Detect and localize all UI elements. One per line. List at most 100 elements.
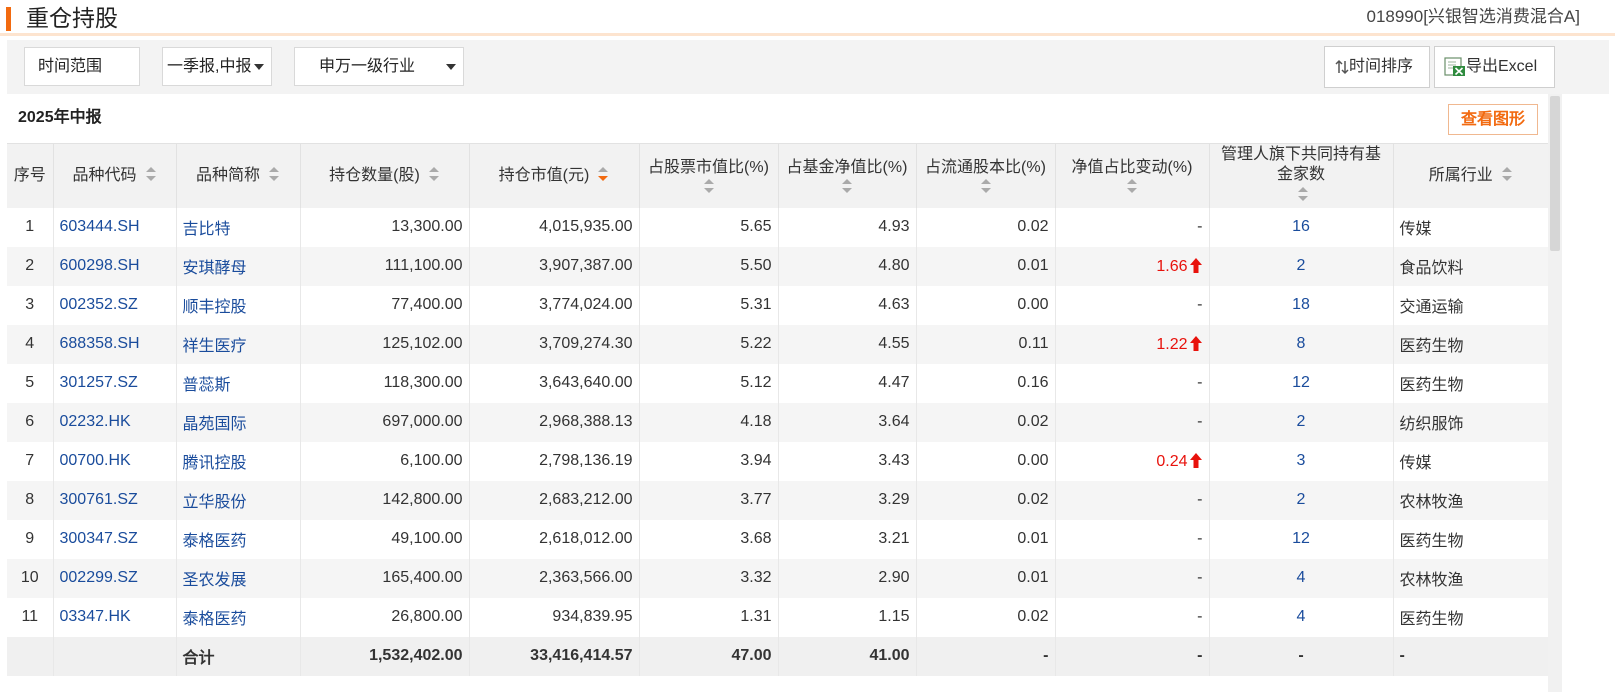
industry-cell: 食品饮料: [1392, 246, 1548, 286]
sort-icon[interactable]: [841, 178, 853, 194]
sort-icon[interactable]: [145, 165, 157, 183]
industry-cell: 传媒: [1392, 207, 1548, 247]
fund-count-link[interactable]: 12: [1208, 363, 1393, 403]
change-value: 0.24: [1156, 452, 1188, 470]
fund-count-link[interactable]: 4: [1208, 558, 1393, 598]
stock-code-link[interactable]: 603444.SH: [52, 207, 176, 247]
col-header-name[interactable]: 品种简称: [175, 143, 300, 208]
table-header-row: 序号 品种代码 品种简称 持仓数量(股) 持仓市值(元) 占股票市值比(%) 占…: [7, 143, 1548, 208]
fund-count-link[interactable]: 4: [1208, 597, 1393, 637]
stock-code-link[interactable]: 600298.SH: [52, 246, 176, 286]
row-index: 10: [7, 558, 53, 598]
sort-icon[interactable]: [980, 178, 992, 194]
stock-code-link[interactable]: 03347.HK: [52, 597, 176, 637]
stock-name-link[interactable]: 立华股份: [175, 480, 300, 520]
col-header-label: 净值占比变动(%): [1071, 158, 1193, 176]
stock-code-link[interactable]: 688358.SH: [52, 324, 176, 364]
total-change: -: [1054, 636, 1209, 676]
total-index-cell: [7, 636, 53, 676]
col-header-change[interactable]: 净值占比变动(%): [1054, 143, 1209, 208]
fund-count-link[interactable]: 18: [1208, 285, 1393, 325]
sort-icon[interactable]: [1501, 165, 1513, 183]
sort-icon[interactable]: [703, 178, 715, 194]
stock-name-link[interactable]: 圣农发展: [175, 558, 300, 598]
stock-name-link[interactable]: 腾讯控股: [175, 441, 300, 481]
holdings-page: 重仓持股 018990[兴银智选消费混合A] 时间范围 一季报,中报 申万一级行…: [0, 0, 1615, 692]
stock-code-link[interactable]: 002299.SZ: [52, 558, 176, 598]
col-header-market-value[interactable]: 持仓市值(元): [468, 143, 639, 208]
title-accent-bar: [6, 7, 11, 31]
quantity-cell: 125,102.00: [299, 324, 469, 364]
col-header-industry[interactable]: 所属行业: [1392, 143, 1548, 208]
total-nav-pct: 41.00: [777, 636, 916, 676]
stock-code-link[interactable]: 002352.SZ: [52, 285, 176, 325]
quantity-cell: 77,400.00: [299, 285, 469, 325]
nav-pct-cell: 2.90: [777, 558, 916, 598]
vertical-scrollbar[interactable]: [1548, 94, 1562, 692]
float-pct-cell: 0.01: [915, 519, 1055, 559]
time-range-button[interactable]: 时间范围: [24, 47, 140, 86]
time-sort-button[interactable]: 时间排序: [1324, 46, 1430, 88]
change-cell: -: [1054, 285, 1209, 325]
sort-icon[interactable]: [428, 165, 440, 183]
industry-cell: 交通运输: [1392, 285, 1548, 325]
view-graph-button[interactable]: 查看图形: [1448, 104, 1538, 135]
stock-name-link[interactable]: 晶苑国际: [175, 402, 300, 442]
col-header-label: 占股票市值比(%): [648, 158, 769, 176]
fund-count-link[interactable]: 2: [1208, 480, 1393, 520]
col-header-nav-pct[interactable]: 占基金净值比(%): [777, 143, 916, 208]
market-value-cell: 3,709,274.30: [468, 324, 639, 364]
stock-code-link[interactable]: 02232.HK: [52, 402, 176, 442]
stock-pct-cell: 4.18: [638, 402, 778, 442]
sort-icon[interactable]: [1297, 185, 1309, 203]
total-quantity: 1,532,402.00: [299, 636, 469, 676]
stock-code-link[interactable]: 300761.SZ: [52, 480, 176, 520]
col-header-stock-pct[interactable]: 占股票市值比(%): [638, 143, 778, 208]
stock-name-link[interactable]: 祥生医疗: [175, 324, 300, 364]
row-index: 9: [7, 519, 53, 559]
table-row: 10 002299.SZ 圣农发展 165,400.00 2,363,566.00 3.3…: [7, 558, 1548, 598]
fund-count-link[interactable]: 3: [1208, 441, 1393, 481]
fund-count-link[interactable]: 16: [1208, 207, 1393, 247]
fund-count-link[interactable]: 2: [1208, 246, 1393, 286]
stock-name-link[interactable]: 吉比特: [175, 207, 300, 247]
fund-count-link[interactable]: 8: [1208, 324, 1393, 364]
table-row: 6 02232.HK 晶苑国际 697,000.00 2,968,388.13 4.18 3…: [7, 402, 1548, 442]
industry-cell: 农林牧渔: [1392, 480, 1548, 520]
col-header-quantity[interactable]: 持仓数量(股): [299, 143, 469, 208]
market-value-cell: 2,363,566.00: [468, 558, 639, 598]
export-excel-button[interactable]: 导出Excel: [1434, 46, 1555, 88]
col-header-fund-count[interactable]: 管理人旗下共同持有基金家数: [1208, 143, 1393, 208]
fund-count-link[interactable]: 2: [1208, 402, 1393, 442]
stock-name-link[interactable]: 顺丰控股: [175, 285, 300, 325]
scrollbar-thumb[interactable]: [1550, 96, 1560, 251]
nav-pct-cell: 3.43: [777, 441, 916, 481]
total-industry: -: [1392, 636, 1548, 676]
stock-name-link[interactable]: 泰格医药: [175, 519, 300, 559]
total-stock-pct: 47.00: [638, 636, 778, 676]
stock-name-link[interactable]: 安琪酵母: [175, 246, 300, 286]
market-value-cell: 4,015,935.00: [468, 207, 639, 247]
stock-code-link[interactable]: 300347.SZ: [52, 519, 176, 559]
time-sort-label: 时间排序: [1349, 58, 1414, 75]
float-pct-cell: 0.02: [915, 597, 1055, 637]
stock-code-link[interactable]: 00700.HK: [52, 441, 176, 481]
col-header-float-pct[interactable]: 占流通股本比(%): [915, 143, 1055, 208]
sort-icon[interactable]: [1126, 178, 1138, 194]
fund-count-link[interactable]: 12: [1208, 519, 1393, 559]
quantity-cell: 49,100.00: [299, 519, 469, 559]
market-value-cell: 934,839.95: [468, 597, 639, 637]
float-pct-cell: 0.11: [915, 324, 1055, 364]
period-select[interactable]: 一季报,中报: [162, 47, 272, 86]
sort-icon[interactable]: [268, 165, 280, 183]
stock-pct-cell: 5.50: [638, 246, 778, 286]
col-header-code[interactable]: 品种代码: [52, 143, 176, 208]
stock-code-link[interactable]: 301257.SZ: [52, 363, 176, 403]
industry-select[interactable]: 申万一级行业: [294, 47, 464, 86]
col-header-label: 所属行业: [1428, 167, 1493, 185]
sort-desc-active-icon[interactable]: [597, 165, 609, 183]
total-float-pct: -: [915, 636, 1055, 676]
stock-name-link[interactable]: 泰格医药: [175, 597, 300, 637]
stock-name-link[interactable]: 普蕊斯: [175, 363, 300, 403]
holdings-table: 序号 品种代码 品种简称 持仓数量(股) 持仓市值(元) 占股票市值比(%) 占…: [7, 143, 1548, 676]
